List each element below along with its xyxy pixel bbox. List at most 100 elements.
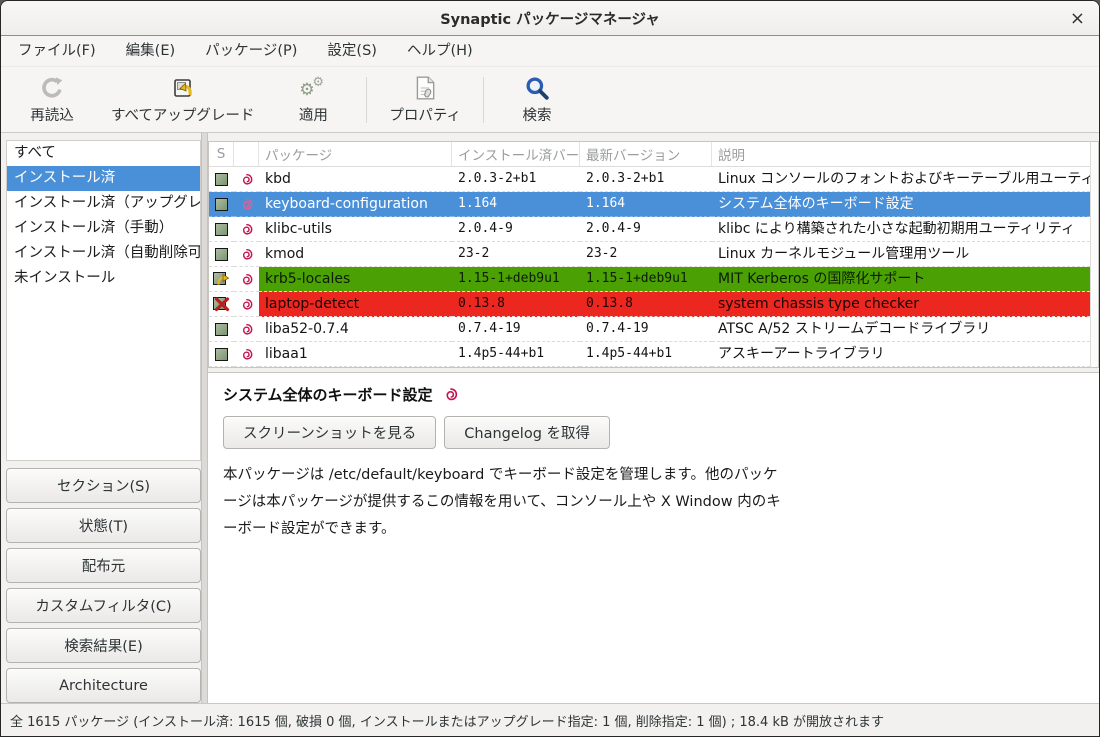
details-title-row: システム全体のキーボード設定 (223, 384, 1084, 405)
column-header-package[interactable]: パッケージ (259, 142, 452, 166)
column-header-description[interactable]: 説明 (712, 142, 1090, 166)
table-row[interactable]: kbd 2.0.3-2+b1 2.0.3-2+b1 Linux コンソールのフォ… (209, 167, 1090, 192)
details-title: システム全体のキーボード設定 (223, 384, 433, 405)
table-row-selected[interactable]: keyboard-configuration 1.164 1.164 システム全… (209, 192, 1090, 217)
sidebar-item-installed-upgradable[interactable]: インストール済（アップグレード可能） (7, 191, 200, 216)
details-buttons: スクリーンショットを見る Changelog を取得 (223, 416, 1084, 449)
search-results-button[interactable]: 検索結果(E) (6, 628, 201, 663)
sidebar-item-installed[interactable]: インストール済 (7, 166, 200, 191)
installed-status-icon (215, 198, 228, 211)
statusbar-text: 全 1615 パッケージ (インストール済: 1615 個, 破損 0 個, イ… (10, 711, 884, 730)
upgrade-all-label: すべてアップグレード (111, 104, 254, 125)
debian-swirl-icon (234, 192, 259, 217)
vertical-scrollbar[interactable] (1090, 141, 1099, 368)
titlebar[interactable]: Synaptic パッケージマネージャ × (1, 1, 1099, 36)
latest-version: 2.0.3-2+b1 (580, 167, 712, 192)
window-title: Synaptic パッケージマネージャ (440, 8, 660, 29)
get-changelog-button[interactable]: Changelog を取得 (444, 416, 610, 449)
menubar: ファイル(F) 編集(E) パッケージ(P) 設定(S) ヘルプ(H) (1, 36, 1099, 67)
upgrade-all-button[interactable]: すべてアップグレード (97, 70, 268, 129)
package-name: keyboard-configuration (259, 192, 452, 217)
column-header-icon[interactable] (234, 142, 259, 166)
status-cell (209, 217, 234, 242)
status-cell (209, 267, 234, 292)
menu-help[interactable]: ヘルプ(H) (392, 36, 488, 66)
package-description: Linux カーネルモジュール管理用ツール (712, 242, 1090, 267)
menu-file[interactable]: ファイル(F) (3, 36, 111, 66)
custom-filter-button[interactable]: カスタムフィルタ(C) (6, 588, 201, 623)
sidebar-item-installed-manual[interactable]: インストール済（手動） (7, 216, 200, 241)
upgrade-status-icon (213, 270, 231, 288)
installed-version: 0.13.8 (452, 292, 580, 317)
apply-label: 適用 (299, 104, 328, 125)
latest-version: 1.164 (580, 192, 712, 217)
search-button[interactable]: 検索 (492, 70, 582, 129)
package-table-zone: S パッケージ インストール済バージョン 最新バージョン 説明 kbd 2.0.… (208, 141, 1099, 368)
debian-swirl-icon (234, 317, 259, 342)
apply-button[interactable]: ⚙⚙ 適用 (268, 70, 358, 129)
sections-button[interactable]: セクション(S) (6, 468, 201, 503)
column-header-latest-version[interactable]: 最新バージョン (580, 142, 712, 166)
properties-button[interactable]: プロパティ (375, 70, 475, 129)
status-cell (209, 167, 234, 192)
table-row[interactable]: liba52-0.7.4 0.7.4-19 0.7.4-19 ATSC A/52… (209, 317, 1090, 342)
apply-gears-icon: ⚙⚙ (299, 74, 327, 102)
latest-version: 0.7.4-19 (580, 317, 712, 342)
table-row[interactable]: klibc-utils 2.0.4-9 2.0.4-9 klibc により構築さ… (209, 217, 1090, 242)
status-cell (209, 242, 234, 267)
reload-label: 再読込 (30, 104, 74, 125)
package-table: S パッケージ インストール済バージョン 最新バージョン 説明 kbd 2.0.… (208, 141, 1090, 368)
package-name: klibc-utils (259, 217, 452, 242)
sidebar-item-not-installed[interactable]: 未インストール (7, 266, 200, 291)
package-name: liba52-0.7.4 (259, 317, 452, 342)
installed-status-icon (215, 173, 228, 186)
debian-swirl-icon (234, 342, 259, 367)
debian-swirl-icon (234, 292, 259, 317)
debian-swirl-icon (234, 242, 259, 267)
package-description: システム全体のキーボード設定 (712, 192, 1090, 217)
reload-icon (39, 74, 65, 102)
pane-splitter[interactable] (201, 133, 208, 703)
status-cell (209, 192, 234, 217)
latest-version: 1.4p5-44+b1 (580, 342, 712, 367)
search-icon (524, 74, 550, 102)
close-icon[interactable]: × (1070, 1, 1085, 35)
package-description: Linux コンソールのフォントおよびキーテーブル用ユーティリティ (712, 167, 1090, 192)
sidebar-item-all[interactable]: すべて (7, 141, 200, 166)
column-header-installed-version[interactable]: インストール済バージョン (452, 142, 580, 166)
menu-edit[interactable]: 編集(E) (111, 36, 190, 66)
table-row-marked-upgrade[interactable]: krb5-locales 1.15-1+deb9u1 1.15-1+deb9u1… (209, 267, 1090, 292)
status-cell (209, 342, 234, 367)
reload-button[interactable]: 再読込 (7, 70, 97, 129)
toolbar-separator (366, 77, 367, 123)
toolbar-separator (483, 77, 484, 123)
sidebar: すべて インストール済 インストール済（アップグレード可能） インストール済（手… (1, 133, 201, 703)
view-screenshot-button[interactable]: スクリーンショットを見る (223, 416, 436, 449)
filter-view-buttons: セクション(S) 状態(T) 配布元 カスタムフィルタ(C) 検索結果(E) A… (6, 468, 201, 703)
menu-settings[interactable]: 設定(S) (312, 36, 392, 66)
installed-version: 0.7.4-19 (452, 317, 580, 342)
column-header-status[interactable]: S (209, 142, 234, 166)
installed-status-icon (215, 323, 228, 336)
main-area: すべて インストール済 インストール済（アップグレード可能） インストール済（手… (1, 133, 1099, 703)
origin-button[interactable]: 配布元 (6, 548, 201, 583)
package-name: kbd (259, 167, 452, 192)
package-description: system chassis type checker (712, 292, 1090, 317)
status-filter-list: すべて インストール済 インストール済（アップグレード可能） インストール済（手… (6, 140, 201, 461)
menu-package[interactable]: パッケージ(P) (190, 36, 312, 66)
installed-version: 2.0.3-2+b1 (452, 167, 580, 192)
search-label: 検索 (523, 104, 552, 125)
package-description: ATSC A/52 ストリームデコードライブラリ (712, 317, 1090, 342)
table-row[interactable]: libaa1 1.4p5-44+b1 1.4p5-44+b1 アスキーアートライ… (209, 342, 1090, 367)
latest-version: 23-2 (580, 242, 712, 267)
architecture-button[interactable]: Architecture (6, 668, 201, 703)
installed-version: 2.0.4-9 (452, 217, 580, 242)
table-row-marked-remove[interactable]: laptop-detect 0.13.8 0.13.8 system chass… (209, 292, 1090, 317)
package-name: libaa1 (259, 342, 452, 367)
package-name: krb5-locales (259, 267, 452, 292)
status-button[interactable]: 状態(T) (6, 508, 201, 543)
package-description: klibc により構築された小さな起動初期用ユーティリティ (712, 217, 1090, 242)
package-details-pane: システム全体のキーボード設定 スクリーンショットを見る Changelog を取… (208, 372, 1099, 703)
sidebar-item-installed-autoremovable[interactable]: インストール済（自動削除可能） (7, 241, 200, 266)
table-row[interactable]: kmod 23-2 23-2 Linux カーネルモジュール管理用ツール (209, 242, 1090, 267)
